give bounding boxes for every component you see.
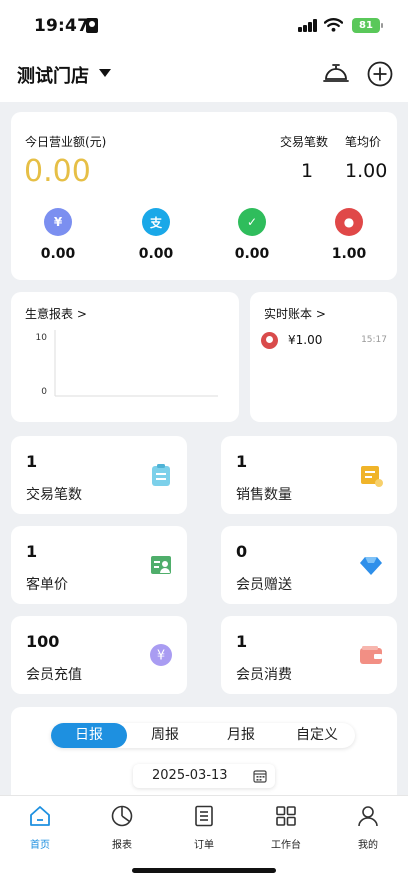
payment-alipay-value: 0.00 [138,246,174,262]
avg-price-label: 笔均价 [345,135,382,149]
pie-chart-icon [111,805,133,827]
tab-home[interactable]: 首页 [10,804,70,851]
wechat-icon: ✓ [238,208,266,236]
profile-icon [358,806,378,827]
customer-card-icon [151,556,171,574]
home-icon [30,806,50,826]
tab-profile[interactable]: 我的 [338,804,398,851]
stat-value: 1 [236,452,248,471]
order-list-icon [195,805,213,827]
member-card-icon [261,332,278,349]
revenue-label: 今日营业额(元) [25,135,107,149]
stat-member-gift[interactable]: 0 会员赠送 [221,526,397,604]
yuan-coin-icon: ¥ [150,644,172,666]
id-card-icon [86,18,98,33]
wifi-icon [324,18,343,32]
tab-label: 订单 [194,840,214,851]
stat-value: 1 [236,632,248,651]
stat-transactions[interactable]: 1 交易笔数 [11,436,187,514]
revenue-value: 0.00 [24,154,91,189]
home-indicator [132,868,276,873]
stat-label: 会员充值 [26,667,82,683]
payment-member: ● 1.00 [314,208,384,262]
payment-cash: ¥ 0.00 [23,208,93,262]
avg-price-value: 1.00 [345,160,388,182]
ledger-amount: ¥1.00 [288,333,323,347]
payment-alipay: 支 0.00 [121,208,191,262]
tab-label: 报表 [112,840,132,851]
transactions-label: 交易笔数 [280,135,329,149]
alipay-icon: 支 [142,208,170,236]
tab-reports[interactable]: 报表 [92,804,152,851]
status-time: 19:47 [34,16,90,36]
member-card-icon: ● [335,208,363,236]
transactions-value: 1 [301,160,314,182]
tab-label: 我的 [358,840,378,851]
stat-member-spend[interactable]: 1 会员消费 [221,616,397,694]
signal-icon [298,19,318,32]
wallet-icon [360,646,382,664]
y-tick-label: 10 [36,333,48,343]
tab-label: 工作台 [271,840,301,851]
payment-wechat-value: 0.00 [234,246,270,262]
stat-label: 交易笔数 [26,487,82,503]
tab-monthly[interactable]: 月报 [203,723,279,748]
report-period-card: 日报 周报 月报 自定义 2025-03-13 [11,707,397,807]
add-circle-icon[interactable] [367,61,393,87]
today-summary-card: 今日营业额(元) 0.00 交易笔数 1 笔均价 1.00 ¥ 0.00 支 0… [11,112,397,280]
report-period-tabs: 日报 周报 月报 自定义 [51,723,355,748]
clipboard-icon [152,464,170,486]
calendar-icon [253,770,267,783]
payment-wechat: ✓ 0.00 [217,208,287,262]
store-name[interactable]: 测试门店 [17,62,89,88]
stat-label: 会员赠送 [236,577,292,593]
stat-label: 客单价 [26,577,68,593]
stat-customer-price[interactable]: 1 客单价 [11,526,187,604]
service-bell-icon[interactable] [322,60,350,86]
ledger-title[interactable]: 实时账本 > [264,305,326,322]
battery-indicator: 81 [352,18,383,33]
ledger-entry[interactable]: ¥1.00 15:17 [261,332,387,350]
stat-sales-quantity[interactable]: 1 销售数量 [221,436,397,514]
tab-workbench[interactable]: 工作台 [256,804,316,851]
stat-label: 会员消费 [236,667,292,683]
stat-member-recharge[interactable]: 100 会员充值 ¥ [11,616,187,694]
business-report-card[interactable]: 生意报表 > 10 0 [11,292,239,422]
realtime-ledger-card[interactable]: 实时账本 > ¥1.00 15:17 [250,292,397,422]
y-tick-label: 0 [41,387,47,397]
workbench-grid-icon [276,806,296,826]
tab-daily[interactable]: 日报 [51,723,127,748]
stat-value: 1 [26,452,38,471]
stat-value: 100 [26,632,60,651]
date-value: 2025-03-13 [152,768,228,783]
stat-value: 0 [236,542,248,561]
tab-label: 首页 [30,840,50,851]
stat-label: 销售数量 [236,487,292,503]
tab-custom[interactable]: 自定义 [279,723,355,748]
tab-weekly[interactable]: 周报 [127,723,203,748]
caret-down-icon[interactable] [99,69,111,77]
top-header: 测试门店 [0,50,408,102]
sales-list-icon [361,466,383,487]
tab-orders[interactable]: 订单 [174,804,234,851]
status-bar: 19:47 81 [0,0,408,50]
business-report-chart: 10 0 [36,330,218,397]
ledger-time: 15:17 [361,335,387,345]
svg-text:¥: ¥ [157,649,165,664]
payment-cash-value: 0.00 [40,246,76,262]
yuan-icon: ¥ [44,208,72,236]
payment-member-value: 1.00 [331,246,367,262]
diamond-icon [360,557,382,575]
stat-value: 1 [26,542,38,561]
date-picker[interactable]: 2025-03-13 [133,764,275,788]
